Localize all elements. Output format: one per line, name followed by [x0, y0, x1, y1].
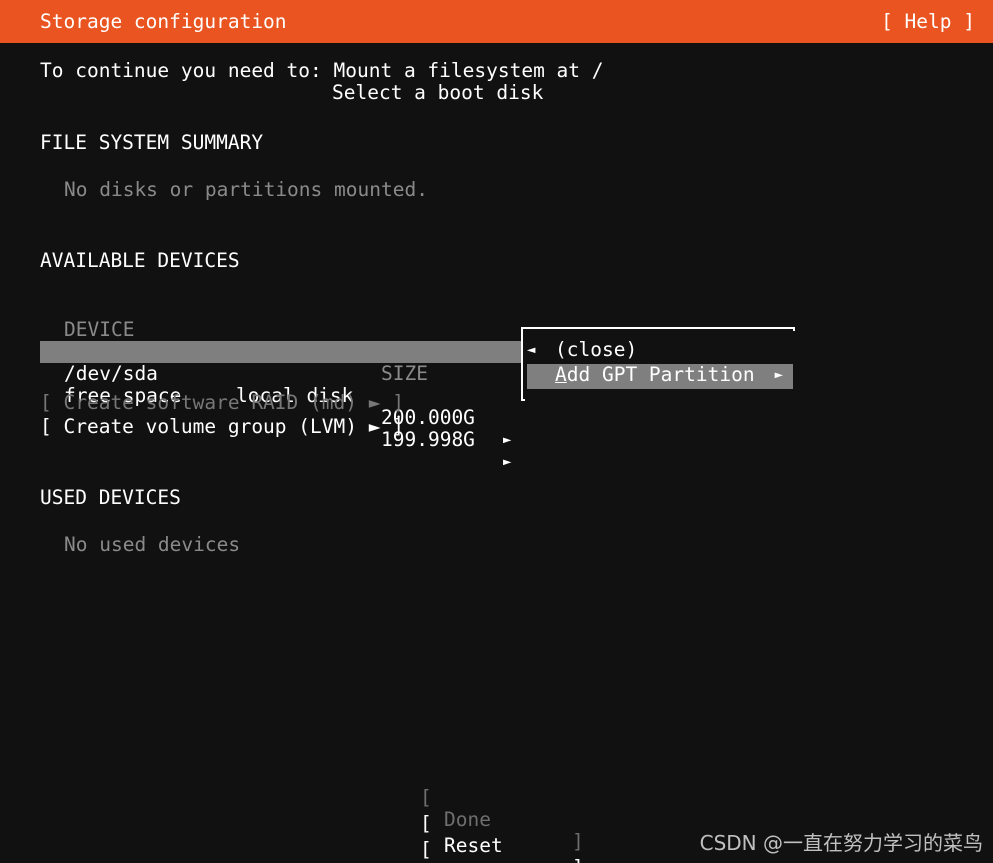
- chevron-right-icon[interactable]: ►: [503, 429, 511, 451]
- page-title: Storage configuration: [40, 10, 287, 33]
- filesystem-summary-heading: FILE SYSTEM SUMMARY: [40, 131, 264, 154]
- chevron-left-icon: ◄: [527, 342, 536, 358]
- used-devices-empty: No used devices: [64, 533, 241, 556]
- available-devices-heading: AVAILABLE DEVICES: [40, 249, 240, 272]
- device-context-menu[interactable]: ◄ (close) Add GPT Partition ►: [521, 327, 795, 401]
- bracket-right: ]: [572, 857, 584, 863]
- help-button[interactable]: [ Help ]: [881, 11, 975, 33]
- column-header-size: SIZE: [381, 362, 428, 385]
- reset-button[interactable]: [ Reset ]: [420, 791, 584, 863]
- chevron-right-icon[interactable]: ►: [503, 451, 511, 473]
- available-devices-table: DEVICE TYPE SIZE [ /dev/sda local disk 2…: [40, 297, 560, 470]
- bracket-left: [: [420, 838, 432, 861]
- used-devices-heading: USED DEVICES: [40, 486, 181, 509]
- installer-screen: Storage configuration [ Help ] To contin…: [0, 0, 993, 863]
- footer-buttons: [ Done ] [ Reset ] [ Back ]: [420, 765, 584, 863]
- menu-item-add-gpt-partition[interactable]: Add GPT Partition ►: [527, 364, 793, 389]
- filesystem-summary-empty: No disks or partitions mounted.: [64, 178, 428, 201]
- menu-item-accelerator: A: [555, 363, 567, 386]
- menu-item-label-rest: dd GPT Partition: [566, 363, 755, 386]
- instruction-line-1: To continue you need to: Mount a filesys…: [40, 59, 604, 82]
- menu-item-close[interactable]: ◄ (close): [525, 339, 795, 364]
- create-software-raid-button[interactable]: [ Create software RAID (md) ► ]: [40, 392, 404, 414]
- table-row[interactable]: [ /dev/sda local disk 200.000G ►: [40, 319, 560, 449]
- done-button[interactable]: [ Done ]: [420, 765, 584, 853]
- bracket-right: ]: [572, 830, 584, 853]
- table-header-row: DEVICE TYPE SIZE: [40, 297, 560, 385]
- context-menu-items: ◄ (close) Add GPT Partition ►: [525, 331, 795, 401]
- table-row[interactable]: free space 199.998G ►: [40, 341, 521, 470]
- menu-item-label: Add GPT Partition: [555, 364, 755, 386]
- chevron-right-icon: ►: [774, 367, 783, 383]
- header-bar: Storage configuration [ Help ]: [0, 0, 993, 43]
- watermark: CSDN @一直在努力学习的菜鸟: [699, 831, 983, 855]
- menu-item-label: (close): [555, 338, 638, 361]
- create-volume-group-button[interactable]: [ Create volume group (LVM) ► ]: [40, 416, 404, 438]
- instruction-line-2: Select a boot disk: [332, 81, 544, 104]
- back-button[interactable]: [ Back ]: [420, 817, 491, 863]
